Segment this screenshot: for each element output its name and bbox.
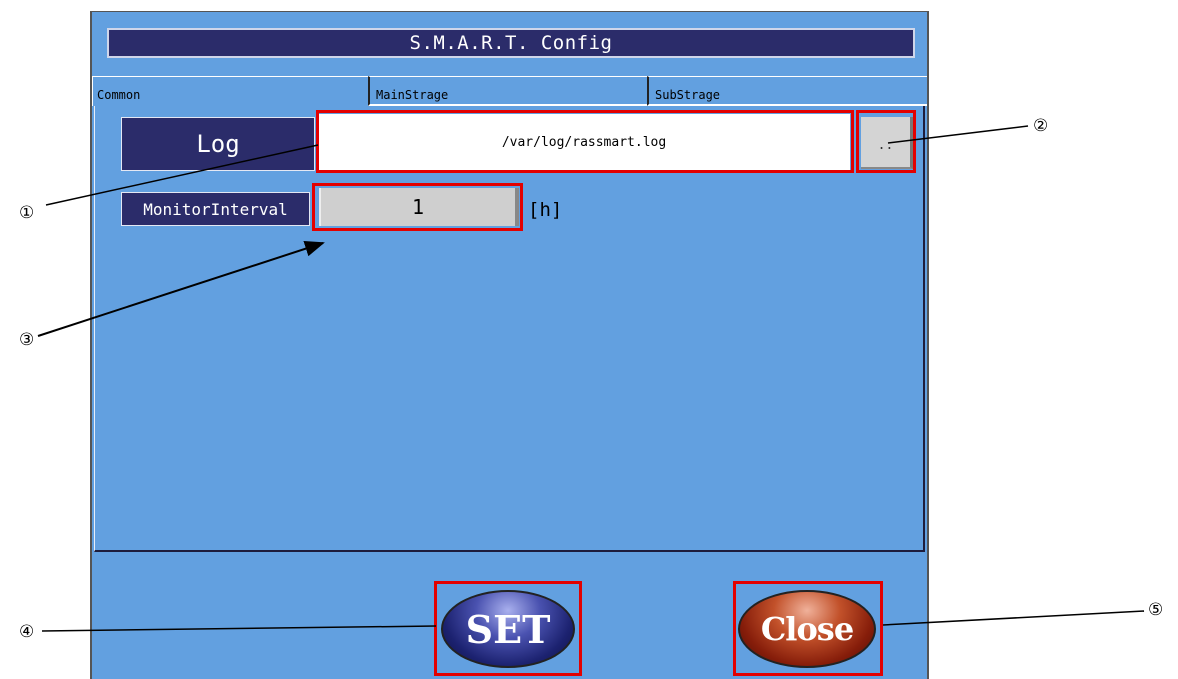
callout-line-1 — [45, 144, 319, 206]
callout-line-2 — [887, 125, 1029, 144]
callout-5: ⑤ — [1148, 600, 1164, 620]
callout-4: ④ — [19, 622, 35, 642]
callout-line-4 — [41, 625, 437, 632]
callout-lines — [37, 125, 1145, 632]
callout-line-3 — [37, 240, 325, 337]
callout-3: ③ — [19, 330, 35, 350]
callout-line-5 — [882, 610, 1145, 626]
callout-2: ② — [1033, 116, 1049, 136]
callout-1: ① — [19, 203, 35, 223]
